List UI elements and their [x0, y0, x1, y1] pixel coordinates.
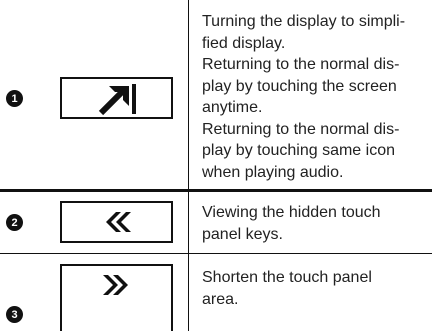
description-line: play by touching the screen — [202, 77, 397, 95]
row-number-badge: 1 — [6, 90, 23, 107]
description: Shorten the touch panel area. — [202, 267, 428, 310]
table-row: 1 Turning the display to simpli- fied di… — [0, 0, 432, 189]
description-line: Returning to the normal dis- — [202, 120, 400, 138]
description-line: when playing audio. — [202, 163, 344, 181]
double-chevron-left-icon — [105, 212, 131, 232]
column-divider — [188, 0, 189, 189]
simplified-display-button[interactable] — [60, 77, 173, 119]
shorten-panel-button[interactable] — [60, 264, 173, 331]
row-number-badge: 2 — [6, 214, 23, 231]
description: Viewing the hidden touch panel keys. — [202, 202, 428, 245]
description-line: anytime. — [202, 99, 263, 116]
description-line: play by touching same icon — [202, 142, 395, 159]
row-number-badge: 3 — [6, 306, 23, 323]
double-chevron-right-icon — [102, 275, 128, 295]
description-line: Returning to the normal dis- — [202, 56, 400, 73]
table-row: 2 Viewing the hidden touch panel keys. — [0, 192, 432, 252]
description-line: Turning the display to simpli- — [202, 13, 406, 30]
description-line: Shorten the touch panel — [202, 269, 372, 286]
column-divider — [188, 192, 189, 253]
show-hidden-keys-button[interactable] — [60, 201, 173, 243]
column-divider — [188, 254, 189, 331]
enter-arrow-icon — [98, 84, 136, 116]
table-row: 3 Shorten the touch panel area. — [0, 254, 432, 331]
description-line: panel keys. — [202, 225, 283, 243]
description: Turning the display to simpli- fied disp… — [202, 11, 428, 183]
description-line: area. — [202, 290, 239, 308]
description-line: fied display. — [202, 34, 286, 52]
description-line: Viewing the hidden touch — [202, 204, 381, 221]
